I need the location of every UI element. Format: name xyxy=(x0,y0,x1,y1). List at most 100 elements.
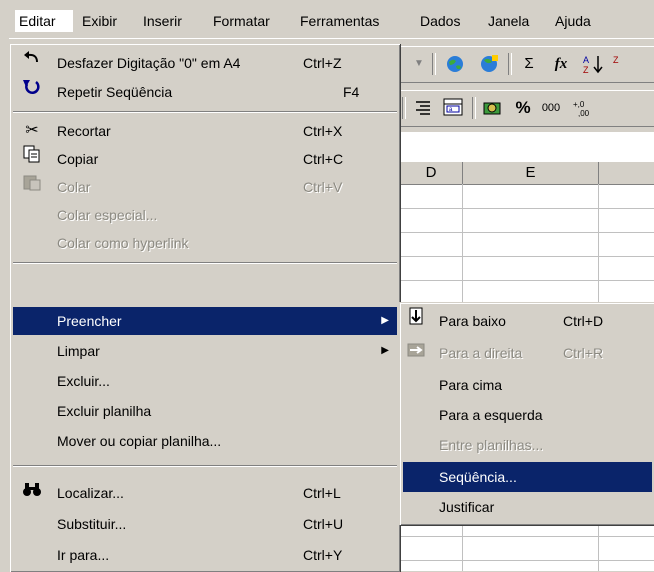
menu-item-paste-hyperlink[interactable]: Colar como hyperlink xyxy=(13,229,397,257)
submenu-item-across-sheets[interactable]: Entre planilhas... xyxy=(403,430,652,460)
menu-shortcut: Ctrl+V xyxy=(303,179,343,195)
menu-shortcut: F4 xyxy=(343,84,360,100)
menu-shortcut: Ctrl+L xyxy=(303,485,341,501)
menu-item-label: Colar como hyperlink xyxy=(57,235,189,251)
menu-item-find[interactable]: Localizar... Ctrl+L xyxy=(13,479,397,507)
menu-item-copy[interactable]: Copiar Ctrl+C xyxy=(13,145,397,173)
sort-ascending-icon[interactable]: AZ xyxy=(582,53,606,75)
row-header-strip xyxy=(0,38,9,571)
menu-ajuda[interactable]: Ajuda xyxy=(555,10,591,32)
svg-text:Z: Z xyxy=(583,65,589,75)
menu-item-label: Desfazer Digitação "0" em A4 xyxy=(57,55,241,71)
increase-decimal-icon[interactable]: +,0,00 xyxy=(572,97,598,119)
hyperlink-globe-icon[interactable] xyxy=(444,53,466,75)
menu-item-label: Mover ou copiar planilha... xyxy=(57,433,222,449)
menu-item-clear[interactable]: Limpar ▶ xyxy=(13,337,397,365)
menu-item-label: Entre planilhas... xyxy=(439,437,544,453)
menu-item-goto[interactable]: Ir para... Ctrl+Y xyxy=(13,541,397,569)
gridline xyxy=(400,560,654,561)
menu-item-label: Excluir planilha xyxy=(57,403,152,419)
column-header-d[interactable]: D xyxy=(400,162,463,185)
submenu-item-fill-right[interactable]: Para a direita Ctrl+R xyxy=(403,338,652,368)
thousands-separator-icon[interactable]: 000 xyxy=(540,97,562,119)
submenu-arrow-icon: ▶ xyxy=(381,345,389,356)
menu-item-label: Preencher xyxy=(57,313,122,329)
svg-text:,00: ,00 xyxy=(578,109,590,118)
menu-shortcut: Ctrl+U xyxy=(303,516,344,532)
dropdown-arrow-icon[interactable]: ▼ xyxy=(408,53,430,75)
align-right-icon[interactable] xyxy=(412,97,434,119)
menu-shortcut: Ctrl+R xyxy=(563,345,604,361)
fill-submenu: Para baixo Ctrl+D Para a direita Ctrl+R … xyxy=(399,302,654,525)
gridline xyxy=(400,256,654,257)
menu-item-paste[interactable]: Colar Ctrl+V xyxy=(13,173,397,201)
menu-item-cut[interactable]: ✂ Recortar Ctrl+X xyxy=(13,117,397,145)
menu-item-label: Substituir... xyxy=(57,516,127,532)
submenu-item-justify[interactable]: Justificar xyxy=(403,492,652,522)
column-header-f[interactable] xyxy=(599,162,654,185)
menu-item-repeat[interactable]: Repetir Seqüência F4 xyxy=(13,78,397,106)
autosum-icon[interactable]: Σ xyxy=(518,53,540,75)
gridline xyxy=(400,208,654,209)
menu-shortcut: Ctrl+D xyxy=(563,313,604,329)
toolbar-separator xyxy=(508,53,512,75)
menu-separator xyxy=(13,111,397,113)
web-toolbar-icon[interactable] xyxy=(478,53,500,75)
menu-bar: Editar Exibir Inserir Formatar Ferrament… xyxy=(0,0,654,39)
formatting-toolbar: a % 000 +,0,00 xyxy=(400,90,654,127)
menu-item-label: Recortar xyxy=(57,123,111,139)
menu-ferramentas[interactable]: Ferramentas xyxy=(300,10,379,32)
menu-inserir[interactable]: Inserir xyxy=(143,10,182,32)
toolbar-separator xyxy=(432,53,436,75)
scissors-icon: ✂ xyxy=(25,122,39,139)
toolbar-separator xyxy=(402,97,406,119)
menu-item-move-copy-sheet[interactable]: Mover ou copiar planilha... xyxy=(13,427,397,455)
submenu-item-fill-down[interactable]: Para baixo Ctrl+D xyxy=(403,306,652,336)
gridline xyxy=(400,536,654,537)
menu-item-delete[interactable]: Excluir... xyxy=(13,367,397,395)
edit-menu: Desfazer Digitação "0" em A4 Ctrl+Z Repe… xyxy=(9,43,400,572)
fill-right-icon xyxy=(405,338,427,368)
menu-item-replace[interactable]: Substituir... Ctrl+U xyxy=(13,510,397,538)
undo-icon xyxy=(21,49,43,77)
column-header-e[interactable]: E xyxy=(463,162,599,185)
menu-item-label: Seqüência... xyxy=(439,469,517,485)
percent-icon[interactable]: % xyxy=(512,97,534,119)
submenu-item-series[interactable]: Seqüência... xyxy=(403,462,652,492)
menu-item-paste-special[interactable]: Colar especial... xyxy=(13,201,397,229)
menu-item-label: Ir para... xyxy=(57,547,110,563)
menu-item-label: Justificar xyxy=(439,499,495,515)
menu-dados[interactable]: Dados xyxy=(420,10,460,32)
submenu-item-fill-left[interactable]: Para a esquerda xyxy=(403,400,652,430)
menu-item-label: Excluir... xyxy=(57,373,110,389)
menu-item-label: Localizar... xyxy=(57,485,124,501)
menu-item-fill[interactable]: Preencher ▶ xyxy=(13,307,397,335)
menu-item-label: Para a direita xyxy=(439,345,523,361)
menu-separator xyxy=(13,465,397,467)
menu-janela[interactable]: Janela xyxy=(488,10,529,32)
gridline xyxy=(400,280,654,281)
svg-text:+,0: +,0 xyxy=(573,100,585,109)
submenu-arrow-icon: ▶ xyxy=(381,315,389,326)
repeat-icon xyxy=(21,78,43,106)
menu-shortcut: Ctrl+Y xyxy=(303,547,343,563)
menu-editar[interactable]: Editar xyxy=(15,10,73,32)
menu-shortcut: Ctrl+Z xyxy=(303,55,342,71)
submenu-item-fill-up[interactable]: Para cima xyxy=(403,370,652,400)
merge-center-icon[interactable]: a xyxy=(442,97,464,119)
currency-icon[interactable] xyxy=(482,97,504,119)
copy-icon xyxy=(21,145,43,173)
standard-toolbar: ▼ Σ fx AZ Z xyxy=(400,46,654,83)
menu-exibir[interactable]: Exibir xyxy=(82,10,117,32)
function-icon[interactable]: fx xyxy=(550,53,572,75)
menu-item-label: Para baixo xyxy=(439,313,506,329)
sort-descending-icon[interactable]: Z xyxy=(612,53,636,75)
menu-item-delete-sheet[interactable]: Excluir planilha xyxy=(13,397,397,425)
formula-bar[interactable] xyxy=(400,132,654,163)
menu-item-undo[interactable]: Desfazer Digitação "0" em A4 Ctrl+Z xyxy=(13,49,397,77)
svg-text:A: A xyxy=(583,55,589,65)
toolbar-separator xyxy=(472,97,476,119)
gridline xyxy=(400,232,654,233)
fill-down-icon xyxy=(405,306,427,336)
menu-formatar[interactable]: Formatar xyxy=(213,10,270,32)
